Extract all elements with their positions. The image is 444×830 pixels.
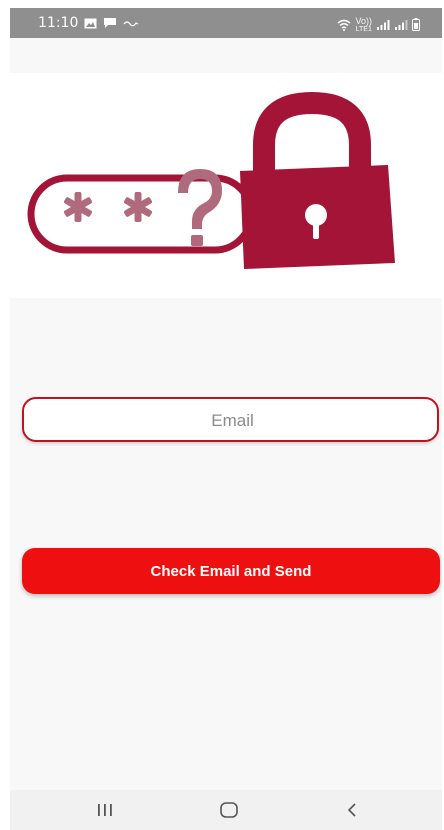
asterisk-icon <box>63 192 153 222</box>
lte-label: LTE1 <box>355 26 372 33</box>
gallery-icon <box>84 18 97 29</box>
padlock-icon <box>27 91 395 269</box>
back-icon[interactable] <box>322 796 382 824</box>
carrier-indicator: Vo)) LTE1 <box>355 16 372 33</box>
recent-apps-icon[interactable] <box>75 796 135 824</box>
app-screen: 11:10 Vo)) LTE1 Email Check Email and Se… <box>10 8 442 830</box>
email-input[interactable] <box>24 399 441 442</box>
check-email-send-button[interactable]: Check Email and Send <box>22 548 440 594</box>
signal-icon <box>376 19 390 31</box>
navigation-bar <box>10 790 442 830</box>
carrier-label: Vo)) <box>355 16 372 26</box>
status-time: 11:10 <box>38 15 79 31</box>
status-left: 11:10 <box>38 15 139 31</box>
wifi-icon <box>337 19 351 31</box>
hero-illustration <box>10 73 442 298</box>
message-icon <box>103 17 117 29</box>
signal-icon <box>394 19 408 31</box>
email-field[interactable] <box>22 397 441 442</box>
status-bar: 11:10 Vo)) LTE1 <box>10 8 442 38</box>
notification-text-icon <box>123 19 139 27</box>
home-icon[interactable] <box>199 796 259 824</box>
battery-icon <box>412 18 420 31</box>
status-right: Vo)) LTE1 <box>337 16 420 33</box>
